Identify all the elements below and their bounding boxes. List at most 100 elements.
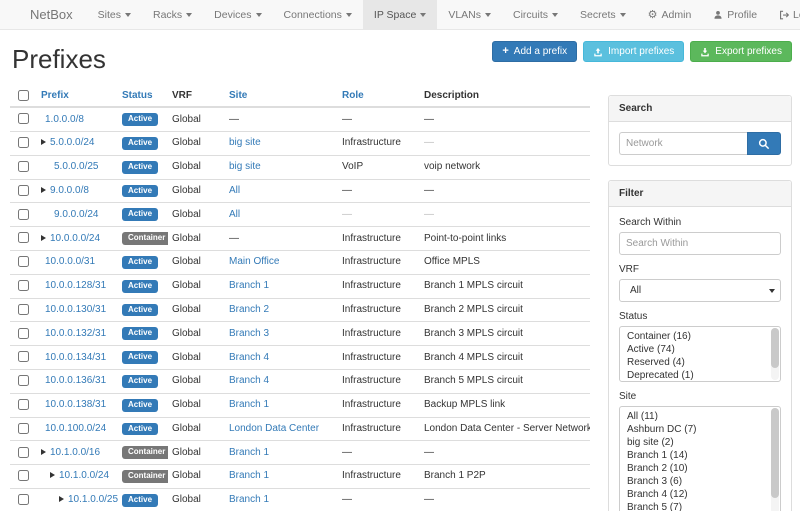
- option-deprecated-1[interactable]: Deprecated (1): [620, 369, 780, 382]
- role-cell: —: [338, 179, 420, 203]
- option-ashburn-dc-7[interactable]: Ashburn DC (7): [620, 423, 780, 436]
- nav-item-secrets[interactable]: Secrets: [569, 0, 637, 29]
- search-within-input[interactable]: [619, 232, 781, 255]
- status-badge: Active: [122, 399, 158, 412]
- site-link[interactable]: Branch 1: [229, 447, 269, 458]
- nav-item-racks[interactable]: Racks: [142, 0, 203, 29]
- add-a-prefix-button[interactable]: +Add a prefix: [492, 41, 577, 62]
- row-checkbox[interactable]: [18, 232, 29, 243]
- search-button[interactable]: [747, 132, 781, 155]
- prefix-link[interactable]: 10.1.0.0/24: [59, 470, 109, 481]
- column-header-site[interactable]: Site: [225, 85, 338, 107]
- site-link[interactable]: Branch 1: [229, 280, 269, 291]
- role-cell: Infrastructure: [338, 465, 420, 489]
- nav-item-connections[interactable]: Connections: [273, 0, 363, 29]
- select-all-checkbox[interactable]: [18, 90, 29, 101]
- row-checkbox[interactable]: [18, 494, 29, 505]
- site-link[interactable]: big site: [229, 161, 261, 172]
- scrollbar-thumb[interactable]: [771, 328, 779, 368]
- column-header-prefix[interactable]: Prefix: [37, 85, 118, 107]
- nav-item-admin[interactable]: ⚙Admin: [637, 0, 703, 29]
- row-checkbox[interactable]: [18, 113, 29, 124]
- prefix-link[interactable]: 1.0.0.0/8: [45, 114, 84, 125]
- site-link[interactable]: Branch 3: [229, 328, 269, 339]
- row-checkbox[interactable]: [18, 470, 29, 481]
- row-checkbox[interactable]: [18, 447, 29, 458]
- prefix-link[interactable]: 10.0.0.138/31: [45, 399, 106, 410]
- site-link[interactable]: Branch 4: [229, 375, 269, 386]
- export-prefixes-button[interactable]: Export prefixes: [690, 41, 792, 62]
- row-checkbox[interactable]: [18, 399, 29, 410]
- row-checkbox[interactable]: [18, 280, 29, 291]
- option-branch-5-7[interactable]: Branch 5 (7): [620, 501, 780, 511]
- prefix-link[interactable]: 10.0.0.130/31: [45, 304, 106, 315]
- option-branch-1-14[interactable]: Branch 1 (14): [620, 449, 780, 462]
- search-input[interactable]: [619, 132, 747, 155]
- row-checkbox[interactable]: [18, 375, 29, 386]
- tree-indent: [41, 168, 50, 169]
- table-row: 10.1.0.0/24ContainerGlobalBranch 1Infras…: [10, 465, 590, 489]
- nav-item-devices[interactable]: Devices: [203, 0, 272, 29]
- prefix-link[interactable]: 5.0.0.0/25: [54, 161, 98, 172]
- prefix-link[interactable]: 9.0.0.0/8: [50, 185, 89, 196]
- site-link[interactable]: All: [229, 209, 240, 220]
- option-branch-4-12[interactable]: Branch 4 (12): [620, 488, 780, 501]
- column-header-role[interactable]: Role: [338, 85, 420, 107]
- vrf-select[interactable]: All: [619, 279, 781, 302]
- status-badge: Active: [122, 327, 158, 340]
- option-active-74[interactable]: Active (74): [620, 343, 780, 356]
- prefix-link[interactable]: 10.0.0.132/31: [45, 328, 106, 339]
- prefix-link[interactable]: 10.1.0.0/25: [68, 494, 118, 505]
- prefix-link[interactable]: 10.1.0.0/16: [50, 447, 100, 458]
- expand-arrow-icon: [41, 235, 46, 241]
- prefix-table-area: PrefixStatusVRFSiteRoleDescription 1.0.0…: [10, 85, 590, 511]
- row-checkbox[interactable]: [18, 423, 29, 434]
- site-link[interactable]: Branch 2: [229, 304, 269, 315]
- description-cell: Branch 2 MPLS circuit: [420, 298, 590, 322]
- prefix-link[interactable]: 10.0.0.136/31: [45, 375, 106, 386]
- option-branch-3-6[interactable]: Branch 3 (6): [620, 475, 780, 488]
- prefix-link[interactable]: 10.0.0.0/31: [45, 256, 95, 267]
- site-link[interactable]: Branch 4: [229, 352, 269, 363]
- prefix-link[interactable]: 9.0.0.0/24: [54, 209, 98, 220]
- site-link[interactable]: Branch 1: [229, 494, 269, 505]
- site-link[interactable]: All: [229, 185, 240, 196]
- nav-item-profile[interactable]: Profile: [702, 0, 768, 29]
- prefix-link[interactable]: 10.0.100.0/24: [45, 423, 106, 434]
- nav-item-sites[interactable]: Sites: [87, 0, 142, 29]
- import-prefixes-button[interactable]: Import prefixes: [583, 41, 684, 62]
- vrf-cell: Global: [168, 131, 225, 155]
- row-checkbox[interactable]: [18, 161, 29, 172]
- tree-indent: [41, 216, 50, 217]
- site-link[interactable]: Branch 1: [229, 399, 269, 410]
- row-checkbox[interactable]: [18, 256, 29, 267]
- filter-label-vrf: VRF: [619, 264, 781, 275]
- status-badge: Container: [122, 232, 168, 245]
- nav-item-log-out[interactable]: Log out: [768, 0, 800, 29]
- nav-item-ip-space[interactable]: IP Space: [363, 0, 437, 29]
- option-big-site-2[interactable]: big site (2): [620, 436, 780, 449]
- scrollbar-thumb[interactable]: [771, 408, 779, 498]
- row-checkbox[interactable]: [18, 328, 29, 339]
- site-link[interactable]: London Data Center: [229, 423, 319, 434]
- row-checkbox[interactable]: [18, 209, 29, 220]
- column-header-status[interactable]: Status: [118, 85, 168, 107]
- brand-logo[interactable]: NetBox: [0, 0, 87, 29]
- row-checkbox[interactable]: [18, 351, 29, 362]
- option-container-16[interactable]: Container (16): [620, 330, 780, 343]
- site-link[interactable]: Main Office: [229, 256, 279, 267]
- option-branch-2-10[interactable]: Branch 2 (10): [620, 462, 780, 475]
- prefix-link[interactable]: 10.0.0.134/31: [45, 352, 106, 363]
- prefix-link[interactable]: 10.0.0.0/24: [50, 233, 100, 244]
- site-link[interactable]: Branch 1: [229, 470, 269, 481]
- row-checkbox[interactable]: [18, 137, 29, 148]
- prefix-link[interactable]: 5.0.0.0/24: [50, 137, 94, 148]
- row-checkbox[interactable]: [18, 304, 29, 315]
- option-reserved-4[interactable]: Reserved (4): [620, 356, 780, 369]
- row-checkbox[interactable]: [18, 185, 29, 196]
- prefix-link[interactable]: 10.0.0.128/31: [45, 280, 106, 291]
- nav-item-vlans[interactable]: VLANs: [437, 0, 502, 29]
- site-link[interactable]: big site: [229, 137, 261, 148]
- nav-item-circuits[interactable]: Circuits: [502, 0, 569, 29]
- option-all-11[interactable]: All (11): [620, 410, 780, 423]
